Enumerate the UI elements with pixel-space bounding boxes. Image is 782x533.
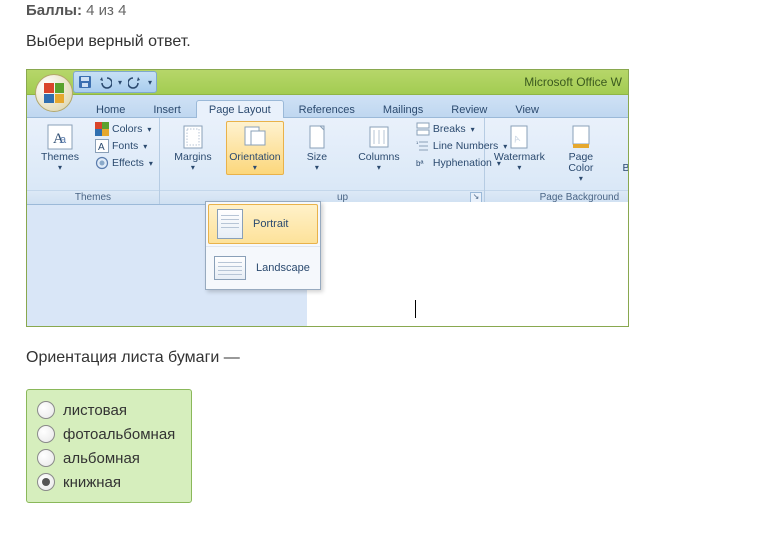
option-label: листовая — [63, 402, 127, 419]
orientation-button[interactable]: Orientation ▾ — [226, 121, 284, 175]
app-title: Microsoft Office W — [524, 70, 622, 94]
tab-page-layout[interactable]: Page Layout — [196, 100, 284, 118]
option-label: альбомная — [63, 450, 140, 467]
group-themes: Aa Themes ▾ Colors▾ A Fonts▾ — [27, 118, 160, 204]
ribbon: Aa Themes ▾ Colors▾ A Fonts▾ — [27, 118, 628, 205]
page-color-button[interactable]: Page Color ▾ — [552, 121, 610, 186]
tab-review[interactable]: Review — [438, 100, 500, 118]
colors-button[interactable]: Colors▾ — [93, 121, 155, 137]
prompt-text: Выбери верный ответ. — [0, 19, 782, 51]
text-cursor — [415, 300, 416, 318]
tab-insert[interactable]: Insert — [140, 100, 194, 118]
word-screenshot: ▾ ▾ Microsoft Office W Home Insert Page … — [26, 69, 629, 327]
size-button[interactable]: Size ▾ — [288, 121, 346, 175]
redo-icon[interactable] — [128, 75, 142, 89]
orientation-landscape[interactable]: Landscape — [206, 246, 320, 289]
group-page-setup: Margins ▾ Orientation ▾ Size ▾ Columns ▾ — [160, 118, 485, 204]
page-borders-button[interactable]: Page Borders — [612, 121, 629, 177]
office-button[interactable] — [35, 74, 73, 112]
option-label: фотоальбомная — [63, 426, 175, 443]
group-label-themes: Themes — [27, 190, 159, 204]
option-1[interactable]: фотоальбомная — [35, 422, 177, 446]
columns-button[interactable]: Columns ▾ — [350, 121, 408, 175]
chevron-down-icon: ▾ — [58, 163, 62, 172]
themes-button[interactable]: Aa Themes ▾ — [31, 121, 89, 175]
title-bar: ▾ ▾ Microsoft Office W — [27, 70, 628, 95]
points-label: Баллы: — [26, 2, 82, 19]
quick-access-toolbar: ▾ ▾ — [73, 71, 157, 93]
question-text: Ориентация листа бумаги — — [0, 327, 782, 367]
tab-references[interactable]: References — [286, 100, 368, 118]
option-3[interactable]: книжная — [35, 470, 177, 494]
tab-view[interactable]: View — [502, 100, 552, 118]
radio-icon — [37, 425, 55, 443]
svg-text:1: 1 — [416, 140, 419, 145]
tab-mailings[interactable]: Mailings — [370, 100, 436, 118]
undo-dropdown-icon[interactable]: ▾ — [118, 78, 122, 87]
points-value: 4 из 4 — [86, 2, 126, 19]
option-2[interactable]: альбомная — [35, 446, 177, 470]
fonts-button[interactable]: A Fonts▾ — [93, 138, 155, 154]
document-area — [307, 202, 628, 326]
svg-text:a: a — [60, 134, 67, 146]
qat-customize-icon[interactable]: ▾ — [148, 78, 152, 87]
effects-button[interactable]: Effects▾ — [93, 155, 155, 171]
option-label: книжная — [63, 474, 121, 491]
orientation-portrait[interactable]: Portrait — [208, 204, 318, 244]
undo-icon[interactable] — [98, 75, 112, 89]
watermark-button[interactable]: A Watermark ▾ — [489, 121, 550, 175]
points-line: Баллы: 4 из 4 — [0, 0, 782, 19]
margins-button[interactable]: Margins ▾ — [164, 121, 222, 175]
portrait-icon — [217, 209, 243, 239]
orientation-menu: Portrait Landscape — [205, 201, 321, 290]
landscape-icon — [214, 256, 246, 280]
radio-icon — [37, 473, 55, 491]
tab-home[interactable]: Home — [83, 100, 138, 118]
svg-text:A: A — [98, 142, 105, 153]
ribbon-tabs: Home Insert Page Layout References Maili… — [27, 95, 628, 118]
save-icon[interactable] — [78, 75, 92, 89]
answer-box: листовая фотоальбомная альбомная книжная — [26, 389, 192, 503]
radio-icon — [37, 401, 55, 419]
radio-icon — [37, 449, 55, 467]
group-page-background: A Watermark ▾ Page Color ▾ Page Borders … — [485, 118, 629, 204]
svg-text:bª: bª — [416, 159, 423, 168]
option-0[interactable]: листовая — [35, 398, 177, 422]
